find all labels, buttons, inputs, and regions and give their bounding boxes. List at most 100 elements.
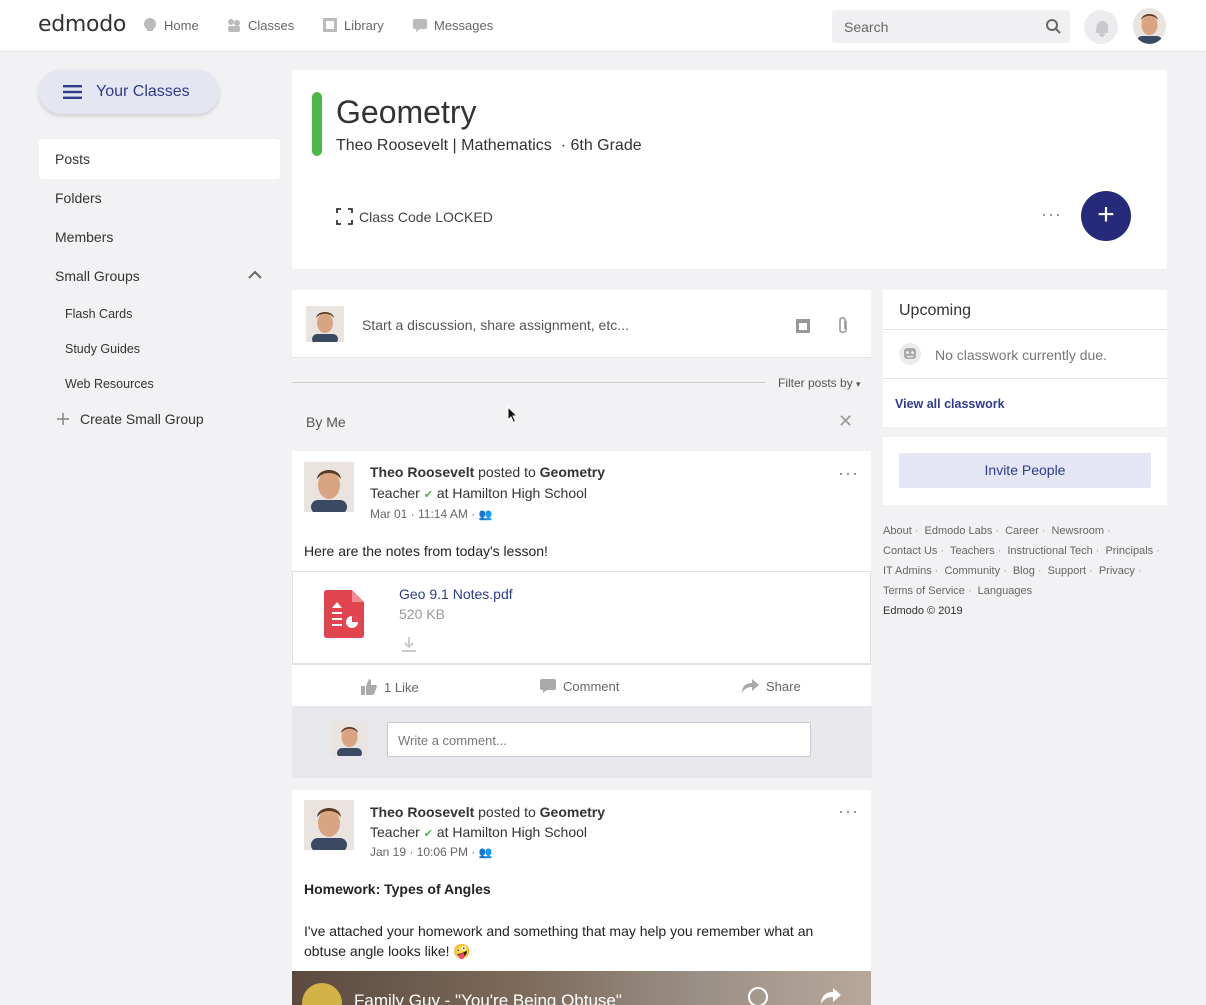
post-composer[interactable]: Start a discussion, share assignment, et… <box>292 290 871 358</box>
edmodo-logo[interactable]: edmodo <box>38 12 126 37</box>
post-body: Here are the notes from today's lesson! <box>304 543 548 559</box>
footer-link-terms[interactable]: Terms of Service <box>883 585 965 597</box>
post-card: Theo Roosevelt posted to Geometry Teache… <box>292 451 871 571</box>
filter-posts-label: Filter posts by <box>778 376 853 390</box>
post-body: I've attached your homework and somethin… <box>304 923 814 959</box>
share-icon[interactable] <box>820 987 842 1005</box>
add-content-button[interactable]: + <box>1081 191 1131 241</box>
avatar[interactable] <box>304 462 354 512</box>
post-heading: Homework: Types of Angles <box>304 881 491 897</box>
like-button[interactable]: 1 Like <box>360 678 419 696</box>
verified-icon: ✔ <box>423 489 433 501</box>
sidebar-item-folders[interactable]: Folders <box>55 190 102 206</box>
video-title: Family Guy - "You're Being Obtuse" <box>354 991 622 1005</box>
footer-link-about[interactable]: About <box>883 525 912 537</box>
pdf-file-icon <box>324 590 364 638</box>
footer-link-it-admins[interactable]: IT Admins <box>883 565 932 577</box>
video-embed[interactable]: Family Guy - "You're Being Obtuse" <box>292 971 871 1005</box>
footer-link-career[interactable]: Career <box>1005 525 1039 537</box>
upcoming-card: Upcoming No classwork currently due. Vie… <box>883 290 1167 427</box>
footer-link-edmodo-labs[interactable]: Edmodo Labs <box>924 525 992 537</box>
comment-label: Comment <box>563 678 620 694</box>
search-input[interactable]: Search <box>844 19 888 35</box>
class-header-card: Geometry Theo Roosevelt | Mathematics · … <box>292 70 1167 269</box>
home-icon <box>144 18 156 31</box>
paperclip-icon[interactable] <box>837 316 849 336</box>
footer-links-row: Contact Us · Teachers · Instructional Tech… <box>883 545 1160 557</box>
posted-to-text: posted to <box>478 464 536 480</box>
avatar <box>332 721 367 756</box>
class-code-button[interactable]: Class Code LOCKED <box>336 208 493 225</box>
audience-icon: 👥 <box>478 847 493 859</box>
clock-icon[interactable] <box>748 987 768 1005</box>
your-classes-button[interactable]: Your Classes <box>39 70 219 114</box>
footer-link-teachers[interactable]: Teachers <box>950 545 995 557</box>
footer-link-newsroom[interactable]: Newsroom <box>1051 525 1104 537</box>
search-icon[interactable] <box>1045 18 1062 35</box>
notifications-button[interactable] <box>1084 10 1118 44</box>
role-label: Teacher <box>370 485 420 501</box>
scan-frame-icon <box>336 208 353 225</box>
clear-filter-icon[interactable]: ✕ <box>838 411 853 432</box>
school-label: at Hamilton High School <box>436 485 587 501</box>
post-actions-bar: 1 Like Comment Share <box>292 664 871 706</box>
sidebar-item-small-groups[interactable]: Small Groups <box>55 268 140 284</box>
filter-posts-dropdown[interactable]: Filter posts by ▾ <box>778 376 861 390</box>
no-classwork-text: No classwork currently due. <box>935 347 1107 363</box>
post-timestamp: Mar 01 · 11:14 AM · 👥 <box>370 507 492 521</box>
create-small-group-button[interactable]: Create Small Group <box>56 411 204 427</box>
sidebar-subitem-web-resources[interactable]: Web Resources <box>65 377 154 391</box>
nav-home[interactable]: Home <box>142 17 199 33</box>
sidebar-item-label: Posts <box>55 151 91 167</box>
group-link[interactable]: Geometry <box>540 804 605 820</box>
invite-card: Invite People <box>883 437 1167 505</box>
comment-input[interactable]: Write a comment... <box>387 722 811 757</box>
plus-icon <box>57 413 69 425</box>
footer-link-support[interactable]: Support <box>1048 565 1087 577</box>
user-avatar[interactable] <box>1133 8 1166 44</box>
library-icon[interactable] <box>795 318 811 334</box>
author-name[interactable]: Theo Roosevelt <box>370 464 474 480</box>
footer-link-instructional-tech[interactable]: Instructional Tech <box>1007 545 1092 557</box>
nav-classes[interactable]: Classes <box>226 17 294 33</box>
nav-messages[interactable]: Messages <box>412 17 493 33</box>
create-small-group-label: Create Small Group <box>80 411 204 427</box>
author-name[interactable]: Theo Roosevelt <box>370 804 474 820</box>
nav-home-label: Home <box>164 17 199 33</box>
your-classes-label: Your Classes <box>96 83 190 100</box>
invite-people-button[interactable]: Invite People <box>899 453 1151 488</box>
download-icon[interactable] <box>400 635 418 653</box>
class-color-bar <box>312 92 322 156</box>
avatar[interactable] <box>304 800 354 850</box>
composer-input[interactable]: Start a discussion, share assignment, et… <box>362 317 629 333</box>
nav-library[interactable]: Library <box>322 17 384 33</box>
comment-section: Write a comment... <box>292 706 872 778</box>
attachment-size: 520 KB <box>399 606 445 622</box>
school-label: at Hamilton High School <box>436 824 587 840</box>
sidebar-subitem-study-guides[interactable]: Study Guides <box>65 342 140 356</box>
share-button[interactable]: Share <box>741 678 801 694</box>
mouse-cursor-icon <box>507 406 519 424</box>
class-more-options-icon[interactable]: ··· <box>1041 204 1062 225</box>
sidebar-subitem-flash-cards[interactable]: Flash Cards <box>65 307 132 321</box>
file-attachment[interactable]: Geo 9.1 Notes.pdf 520 KB <box>292 571 871 664</box>
footer-link-community[interactable]: Community <box>944 565 1000 577</box>
group-link[interactable]: Geometry <box>540 464 605 480</box>
footer-link-contact-us[interactable]: Contact Us <box>883 545 937 557</box>
posted-to-text: posted to <box>478 804 536 820</box>
chevron-up-icon[interactable] <box>248 270 262 280</box>
attachment-name[interactable]: Geo 9.1 Notes.pdf <box>399 586 513 602</box>
footer-link-principals[interactable]: Principals <box>1105 545 1153 557</box>
view-all-classwork-link[interactable]: View all classwork <box>895 397 1005 411</box>
footer-link-privacy[interactable]: Privacy <box>1099 565 1135 577</box>
footer-link-languages[interactable]: Languages <box>978 585 1032 597</box>
sidebar-item-posts[interactable]: Posts <box>39 139 280 179</box>
comment-button[interactable]: Comment <box>539 678 619 694</box>
search-box[interactable]: Search <box>832 10 1070 43</box>
like-count-label: 1 Like <box>384 679 419 695</box>
post-more-options-icon[interactable]: ··· <box>838 463 859 484</box>
footer-link-blog[interactable]: Blog <box>1013 565 1035 577</box>
upcoming-title: Upcoming <box>899 302 972 319</box>
post-more-options-icon[interactable]: ··· <box>838 801 859 822</box>
sidebar-item-members[interactable]: Members <box>55 229 113 245</box>
